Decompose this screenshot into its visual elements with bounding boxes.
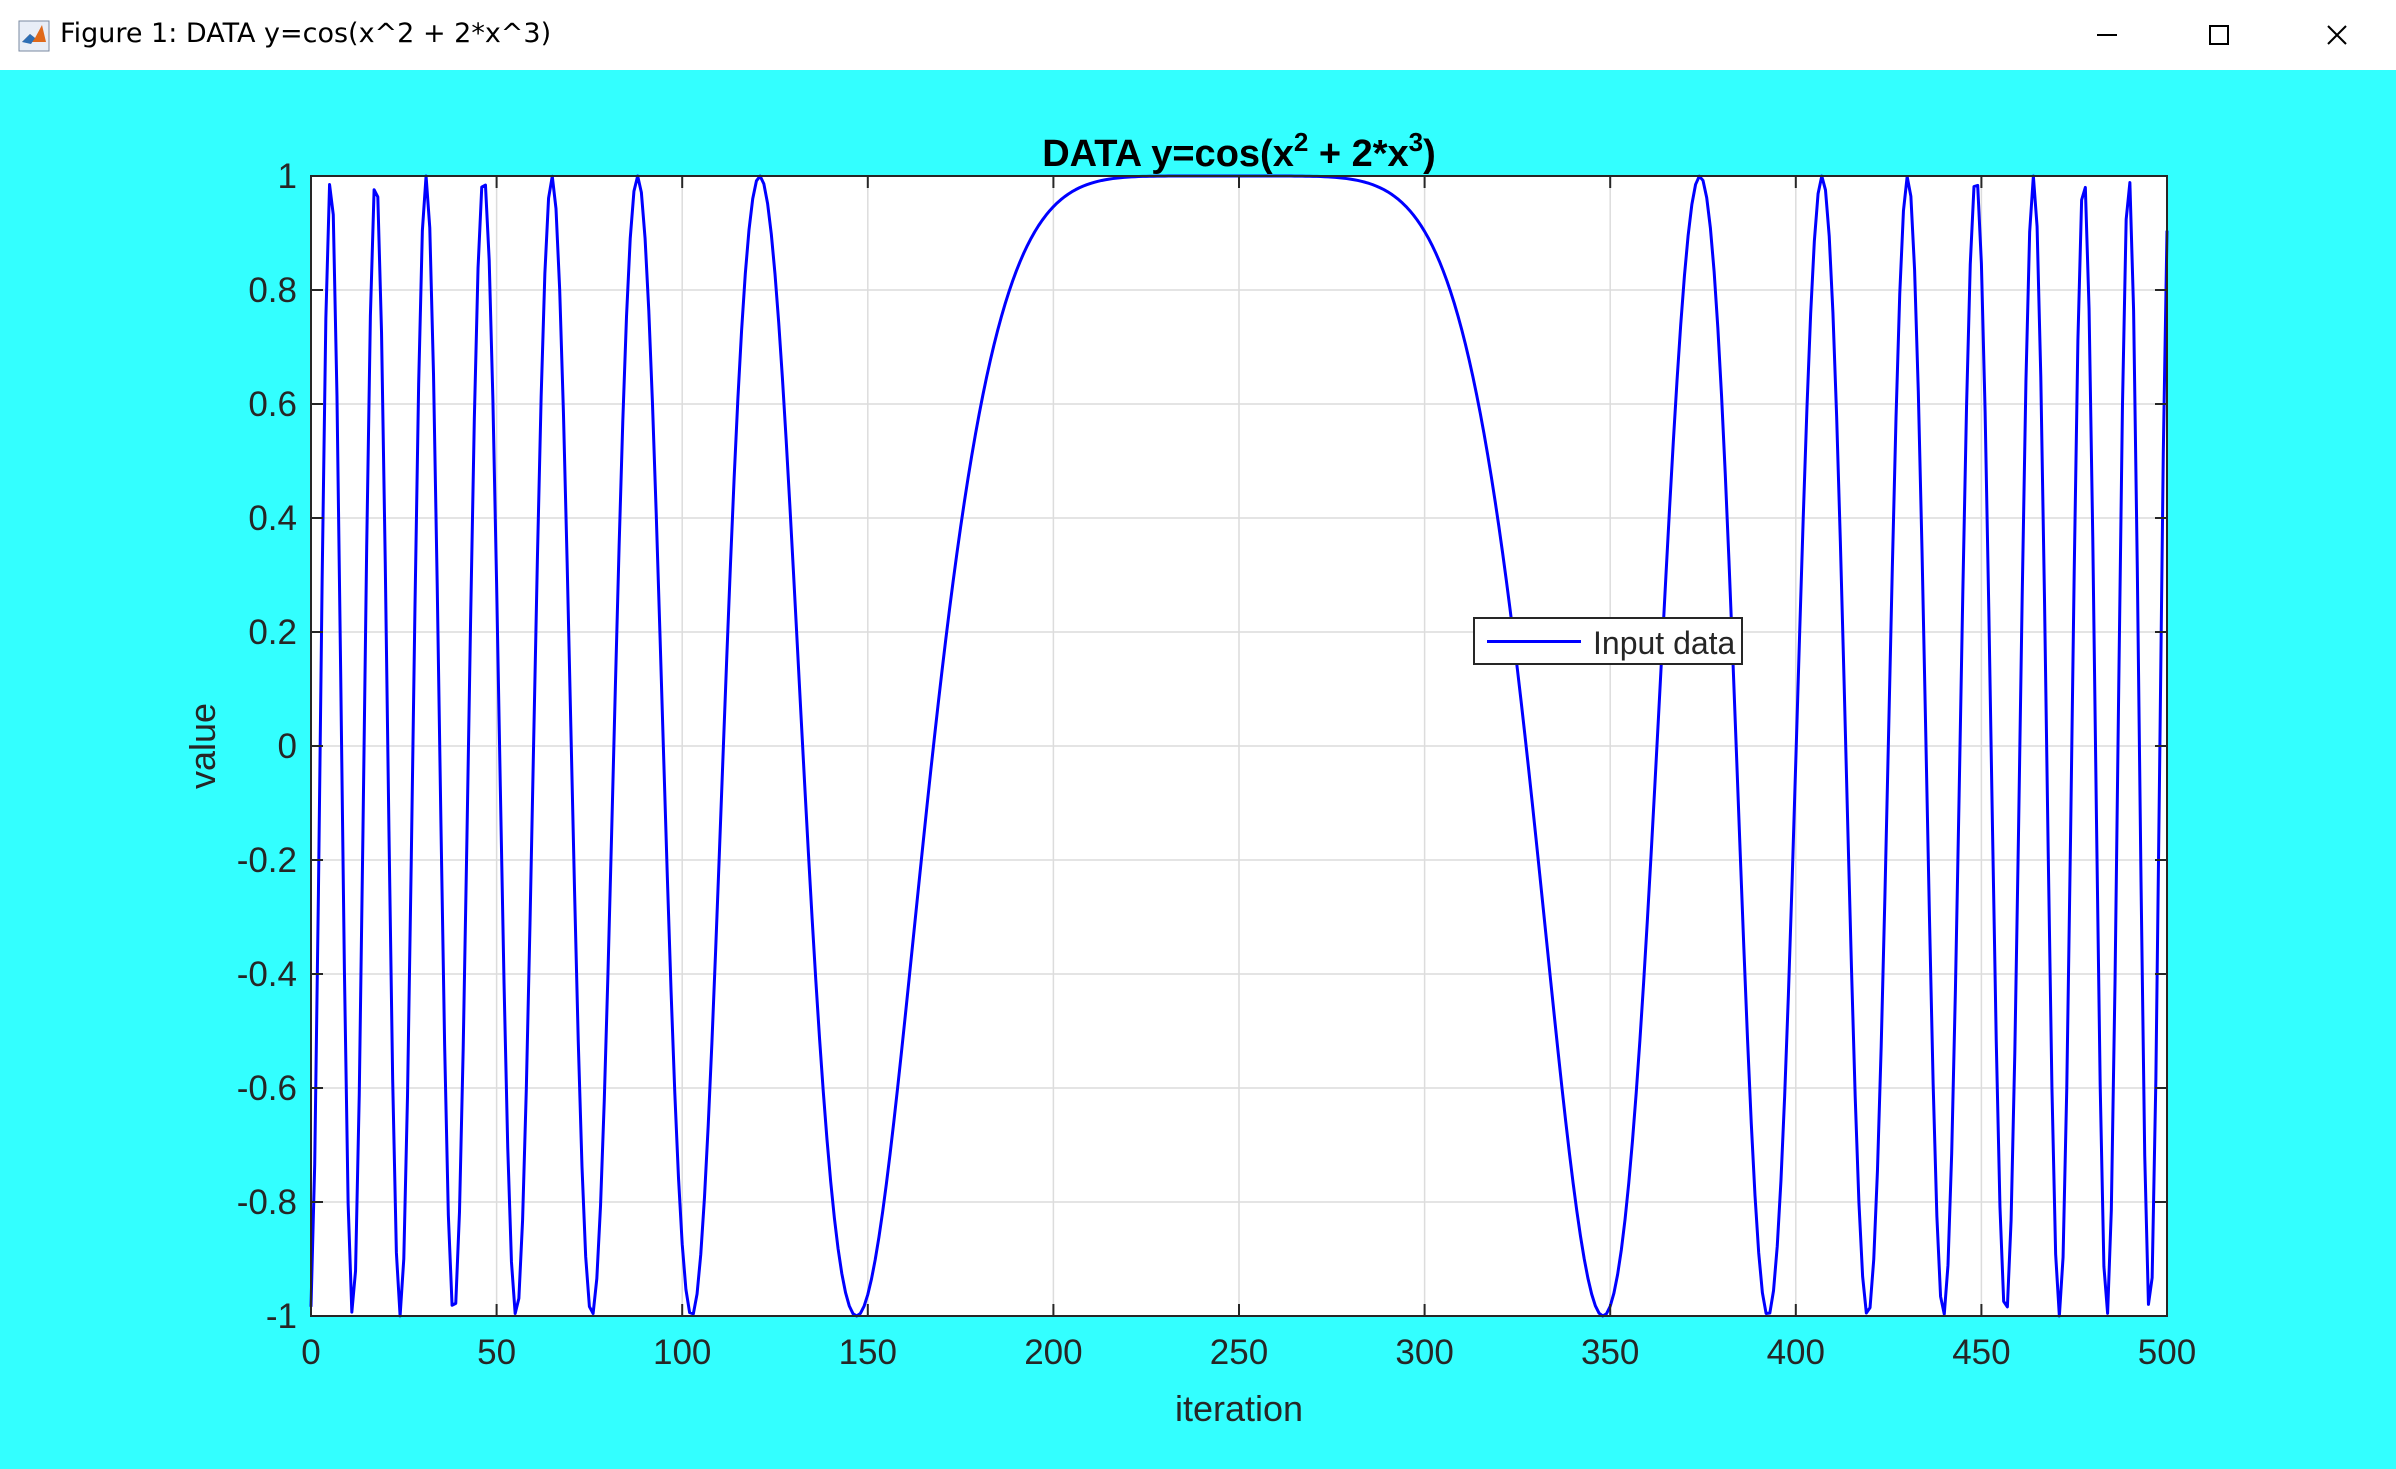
legend[interactable]: Input data: [1473, 617, 1743, 665]
chart-title-base: DATA y=cos(x: [1042, 133, 1294, 175]
x-tick-label: 450: [1952, 1333, 2010, 1372]
x-tick-label: 0: [301, 1333, 320, 1372]
y-tick-label: 0: [278, 727, 297, 766]
chart-title-mid: + 2*x: [1308, 133, 1408, 175]
chart-title: DATA y=cos(x2 + 2*x3): [1042, 127, 1436, 175]
minimize-button[interactable]: [2052, 0, 2162, 70]
chart-title-end: ): [1423, 133, 1436, 175]
y-tick-label: 0.6: [248, 385, 297, 424]
close-icon: [2327, 25, 2347, 45]
chart-title-sup2: 3: [1409, 127, 1423, 157]
x-tick-label: 250: [1210, 1333, 1268, 1372]
window-title: Figure 1: DATA y=cos(x^2 + 2*x^3): [60, 18, 552, 49]
chart-title-sup1: 2: [1294, 127, 1308, 157]
x-axis-label: iteration: [1175, 1388, 1303, 1429]
maximize-button[interactable]: [2164, 0, 2274, 70]
x-tick-label: 150: [839, 1333, 897, 1372]
x-tick-label: 50: [477, 1333, 516, 1372]
y-tick-label: 0.8: [248, 271, 297, 310]
maximize-icon: [2209, 25, 2229, 45]
y-tick-label: -0.4: [237, 955, 297, 994]
x-tick-label: 300: [1395, 1333, 1453, 1372]
title-bar: Figure 1: DATA y=cos(x^2 + 2*x^3): [0, 0, 2396, 70]
legend-line-swatch: [1487, 640, 1581, 643]
x-tick-label: 500: [2138, 1333, 2196, 1372]
x-tick-label: 400: [1767, 1333, 1825, 1372]
close-button[interactable]: [2282, 0, 2392, 70]
matlab-icon: [18, 20, 50, 52]
y-tick-label: -1: [266, 1297, 297, 1336]
legend-label: Input data: [1593, 625, 1736, 661]
y-axis-label: value: [182, 703, 223, 789]
y-tick-label: 0.4: [248, 499, 297, 538]
minimize-icon: [2097, 34, 2117, 36]
x-tick-label: 200: [1024, 1333, 1082, 1372]
y-tick-label: -0.8: [237, 1183, 297, 1222]
y-tick-label: 1: [278, 157, 297, 196]
y-tick-label: -0.2: [237, 841, 297, 880]
x-tick-label: 100: [653, 1333, 711, 1372]
x-tick-label: 350: [1581, 1333, 1639, 1372]
figure-area: 0 50 100 150 200 250 300 350 400 450 500 1 0.8 0.6 0.4…: [0, 70, 2396, 1469]
y-tick-label: -0.6: [237, 1069, 297, 1108]
line-chart[interactable]: 0 50 100 150 200 250 300 350 400 450 500 1 0.8 0.6 0.4…: [0, 70, 2396, 1469]
y-tick-label: 0.2: [248, 613, 297, 652]
